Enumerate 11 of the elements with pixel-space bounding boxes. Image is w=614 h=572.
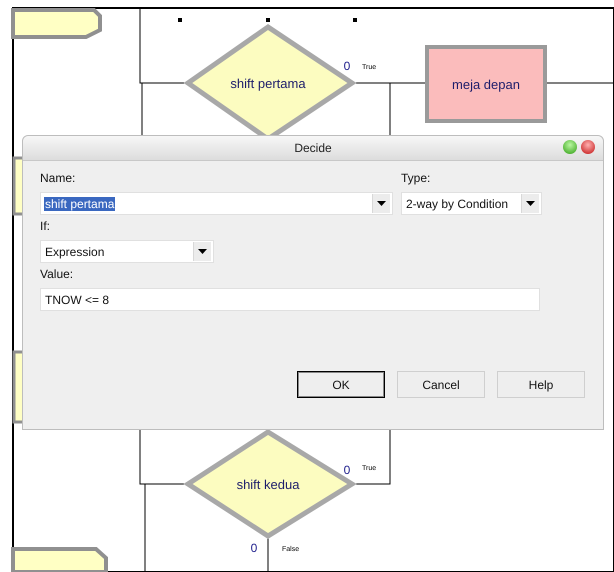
dialog-title: Decide xyxy=(294,141,332,155)
type-label: Type: xyxy=(401,171,432,185)
count-text: 0 xyxy=(344,59,350,73)
count-text: 0 xyxy=(250,541,258,555)
name-label: Name: xyxy=(40,171,76,185)
if-label: If: xyxy=(40,219,52,233)
decide-label: shift kedua xyxy=(236,477,300,492)
process-label: meja depan xyxy=(452,77,520,92)
decide-label: shift pertama xyxy=(230,76,306,91)
value-label: Value: xyxy=(40,267,74,281)
count-text: 0 xyxy=(344,463,350,477)
